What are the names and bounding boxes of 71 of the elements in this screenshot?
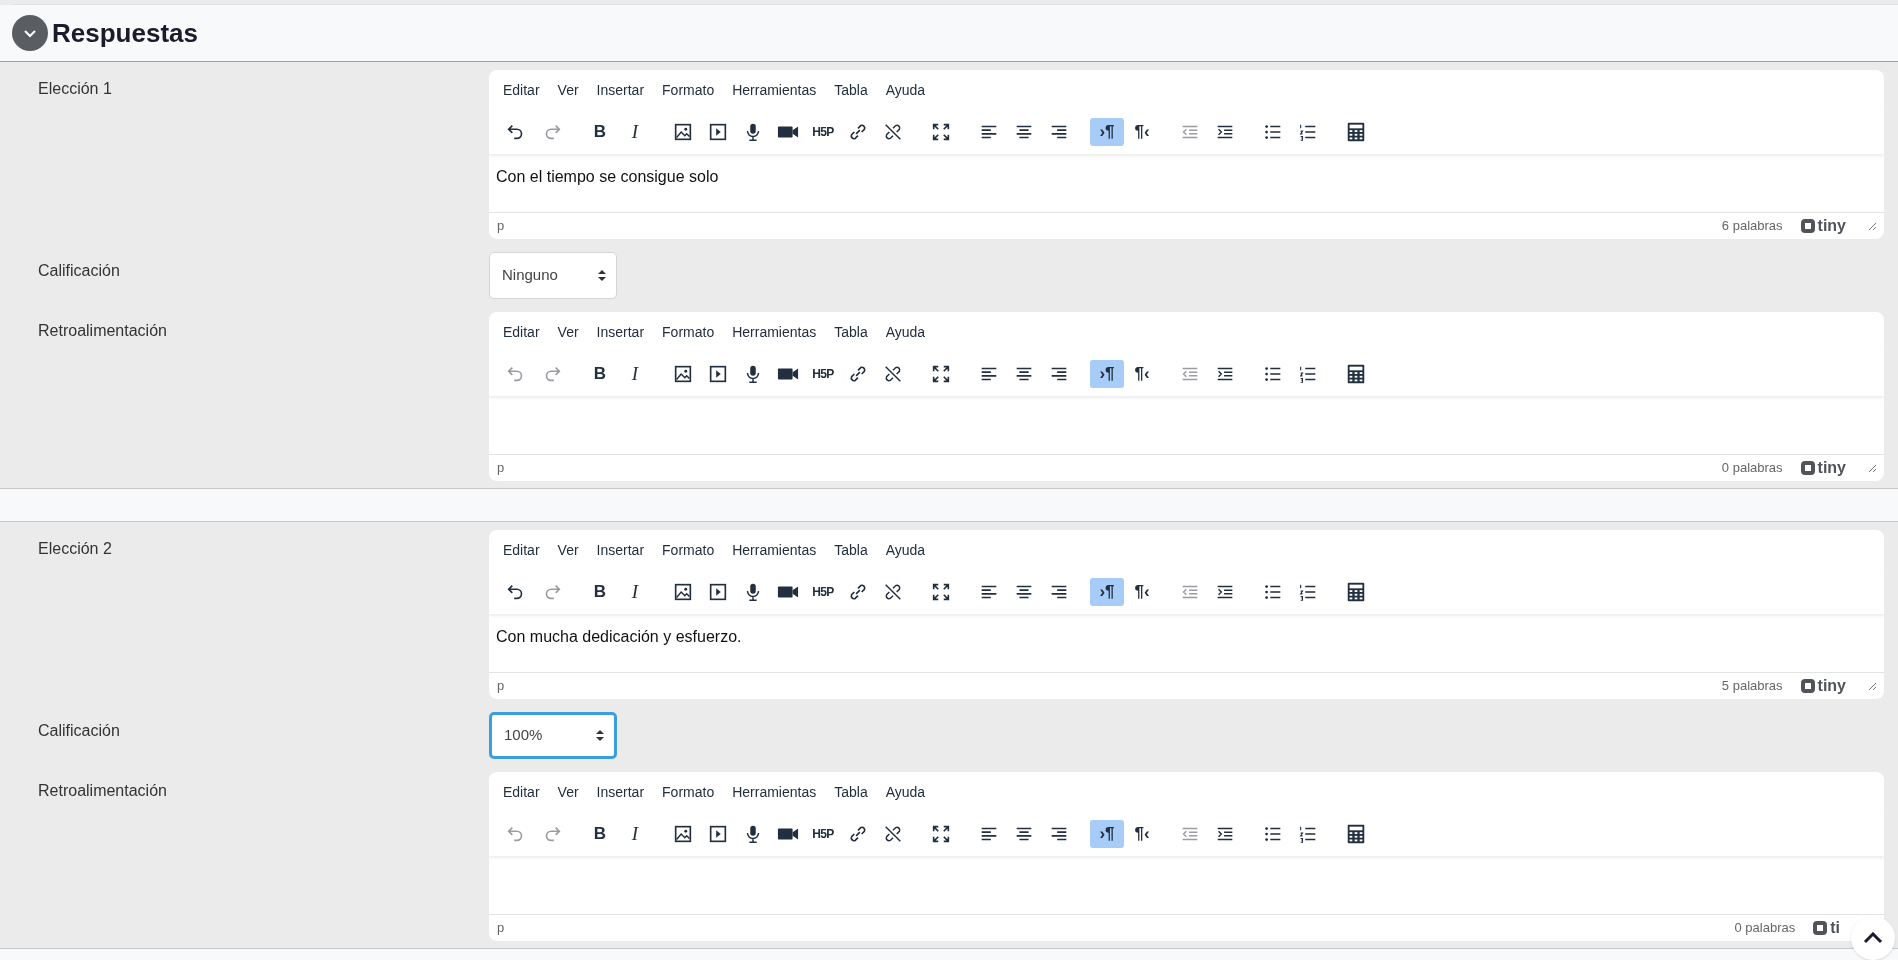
menu-item[interactable]: Herramientas <box>724 77 825 103</box>
element-path[interactable]: p <box>497 458 505 478</box>
menu-item[interactable]: Tabla <box>826 779 876 805</box>
menu-item[interactable]: Ayuda <box>877 319 934 345</box>
menu-item[interactable]: Herramientas <box>724 319 825 345</box>
rtl-button[interactable]: ¶‹ <box>1125 118 1159 146</box>
paragraph: Con el tiempo se consigue solo <box>496 167 720 187</box>
ltr-button[interactable]: ›¶ <box>1090 578 1124 606</box>
menu-item[interactable]: Herramientas <box>724 779 825 805</box>
bold-button[interactable]: B <box>583 118 617 146</box>
menu-item[interactable]: Ver <box>549 779 587 805</box>
bold-button[interactable]: B <box>583 820 617 848</box>
word-count[interactable]: 6 palabras <box>1721 216 1783 236</box>
tiny-logo[interactable]: ti <box>1813 916 1840 940</box>
menu-item[interactable]: Editar <box>495 537 548 563</box>
menu-item[interactable]: Tabla <box>826 319 876 345</box>
menu-item[interactable]: Ver <box>549 77 587 103</box>
grade-select[interactable]: Ninguno <box>489 252 617 299</box>
menu-item[interactable]: Herramientas <box>724 537 825 563</box>
h5p-button[interactable]: H5P <box>806 820 840 848</box>
bold-button[interactable]: B <box>583 578 617 606</box>
h5p-button[interactable]: H5P <box>806 360 840 388</box>
menu-item[interactable]: Editar <box>495 779 548 805</box>
italic-button[interactable]: I <box>618 360 652 388</box>
field-label: Calificación <box>38 722 120 739</box>
italic-button[interactable]: I <box>618 118 652 146</box>
field-label: Elección 1 <box>38 80 112 97</box>
menu-item[interactable]: Formato <box>654 77 723 103</box>
word-count[interactable]: 0 palabras <box>1734 918 1796 938</box>
menu-item[interactable]: Insertar <box>588 77 653 103</box>
field-label: Elección 2 <box>38 540 112 557</box>
bold-button[interactable]: B <box>583 360 617 388</box>
grade-select[interactable]: 100% <box>489 712 617 759</box>
menu-item[interactable]: Insertar <box>588 319 653 345</box>
ltr-button[interactable]: ›¶ <box>1090 360 1124 388</box>
menu-item[interactable]: Ayuda <box>877 77 934 103</box>
field-label: Retroalimentación <box>38 782 167 799</box>
element-path[interactable]: p <box>497 918 505 938</box>
tiny-logo[interactable]: tiny <box>1800 674 1846 698</box>
menu-item[interactable]: Formato <box>654 537 723 563</box>
field-label: Calificación <box>38 262 120 279</box>
menu-item[interactable]: Formato <box>654 319 723 345</box>
menu-item[interactable]: Insertar <box>588 537 653 563</box>
h5p-button[interactable]: H5P <box>806 578 840 606</box>
menu-item[interactable]: Ver <box>549 537 587 563</box>
section-title: Respuestas <box>52 16 198 50</box>
italic-button[interactable]: I <box>618 578 652 606</box>
menu-item[interactable]: Ver <box>549 319 587 345</box>
element-path[interactable]: p <box>497 676 505 696</box>
rtl-button[interactable]: ¶‹ <box>1125 820 1159 848</box>
paragraph: Con mucha dedicación y esfuerzo. <box>496 627 743 647</box>
tiny-logo[interactable]: tiny <box>1800 456 1846 480</box>
menu-item[interactable]: Editar <box>495 319 548 345</box>
tiny-logo[interactable]: tiny <box>1800 214 1846 238</box>
field-label: Retroalimentación <box>38 322 167 339</box>
italic-button[interactable]: I <box>618 820 652 848</box>
h5p-button[interactable]: H5P <box>806 118 840 146</box>
menu-item[interactable]: Ayuda <box>877 779 934 805</box>
rtl-button[interactable]: ¶‹ <box>1125 360 1159 388</box>
ltr-button[interactable]: ›¶ <box>1090 820 1124 848</box>
rtl-button[interactable]: ¶‹ <box>1125 578 1159 606</box>
word-count[interactable]: 5 palabras <box>1721 676 1783 696</box>
menu-item[interactable]: Tabla <box>826 537 876 563</box>
word-count[interactable]: 0 palabras <box>1721 458 1783 478</box>
menu-item[interactable]: Formato <box>654 779 723 805</box>
element-path[interactable]: p <box>497 216 505 236</box>
menu-item[interactable]: Ayuda <box>877 537 934 563</box>
ltr-button[interactable]: ›¶ <box>1090 118 1124 146</box>
menu-item[interactable]: Editar <box>495 77 548 103</box>
menu-item[interactable]: Insertar <box>588 779 653 805</box>
menu-item[interactable]: Tabla <box>826 77 876 103</box>
